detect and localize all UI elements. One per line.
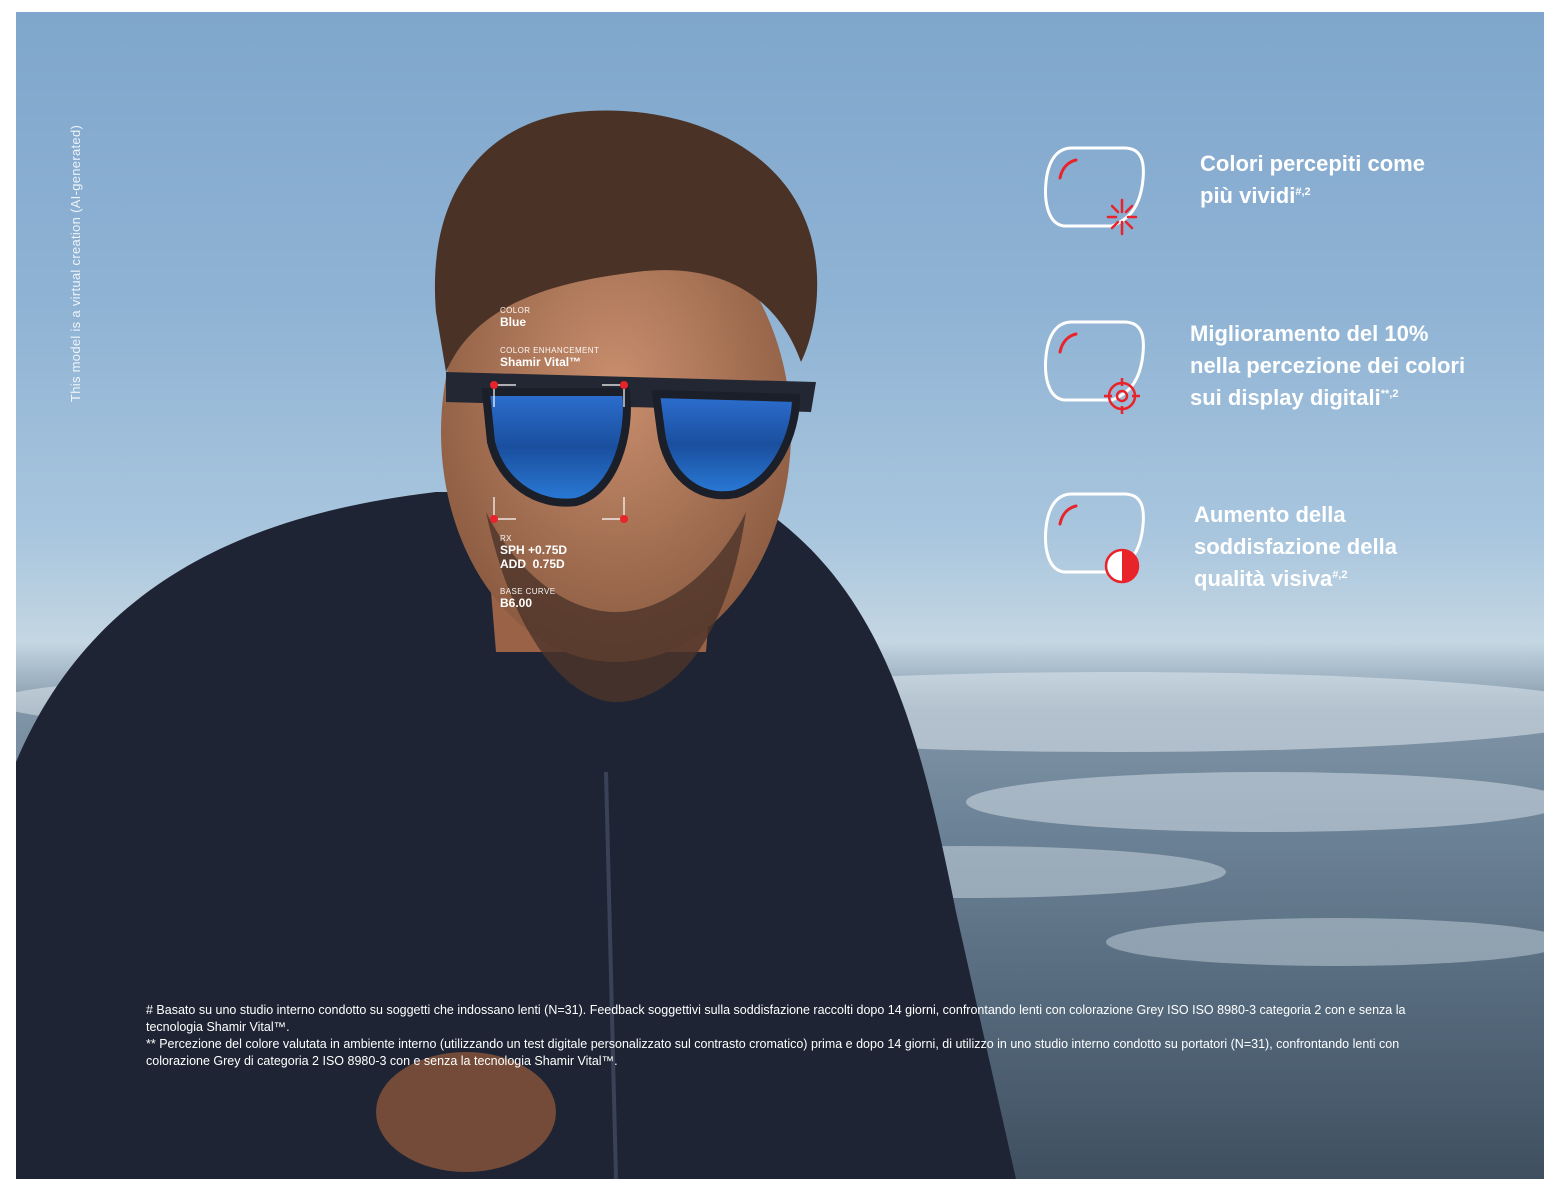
feature-line: Colori percepiti come xyxy=(1200,151,1425,176)
hero-image: This model is a virtual creation (AI-gen… xyxy=(16,12,1544,1179)
marker-dot xyxy=(620,515,628,523)
feature-line: nella percezione dei colori xyxy=(1190,353,1466,378)
feature-line: soddisfazione della xyxy=(1194,534,1397,559)
spec-enhancement: COLOR ENHANCEMENT Shamir Vital™ xyxy=(500,346,599,369)
feature-line: qualità visiva#,2 xyxy=(1194,566,1348,591)
spec-sph-value: SPH +0.75D xyxy=(500,543,568,557)
spec-rx: RX SPH +0.75D ADD 0.75D xyxy=(500,534,567,571)
feature-line: Aumento della xyxy=(1194,502,1346,527)
spec-base-curve: BASE CURVE B6.00 xyxy=(500,587,555,610)
lens-frame-markers xyxy=(490,381,628,523)
spec-color: COLOR Blue xyxy=(500,306,530,329)
target-icon xyxy=(1044,320,1145,414)
footnote-2: ** Percezione del colore valutata in amb… xyxy=(146,1037,1400,1068)
feature-digital-display: Miglioramento del 10% nella percezione d… xyxy=(1190,318,1465,414)
spec-base-curve-value: B6.00 xyxy=(500,596,533,610)
spec-enhancement-value: Shamir Vital™ xyxy=(500,355,582,369)
feature-line: Miglioramento del 10% xyxy=(1190,321,1429,346)
marker-dot xyxy=(490,381,498,389)
spec-color-label: COLOR xyxy=(500,306,531,315)
spec-base-curve-label: BASE CURVE xyxy=(500,587,556,596)
spec-color-value: Blue xyxy=(500,315,527,329)
marker-dot xyxy=(620,381,628,389)
feature-vivid-colors: Colori percepiti come più vividi#,2 xyxy=(1200,148,1425,212)
feature-line: sui display digitali**,2 xyxy=(1190,385,1399,410)
ai-disclaimer: This model is a virtual creation (AI-gen… xyxy=(68,124,83,402)
vivid-colors-icon xyxy=(1044,146,1145,236)
spec-rx-label: RX xyxy=(500,534,512,543)
feature-line: più vividi#,2 xyxy=(1200,183,1311,208)
contrast-icon xyxy=(1044,492,1145,584)
marker-dot xyxy=(490,515,498,523)
spec-enhancement-label: COLOR ENHANCEMENT xyxy=(500,346,600,355)
footnote-1: # Basato su uno studio interno condotto … xyxy=(146,1003,1406,1034)
spec-add-value: ADD 0.75D xyxy=(500,557,565,571)
feature-visual-quality: Aumento della soddisfazione della qualit… xyxy=(1194,499,1397,595)
footnotes: # Basato su uno studio interno condotto … xyxy=(146,1002,1446,1070)
